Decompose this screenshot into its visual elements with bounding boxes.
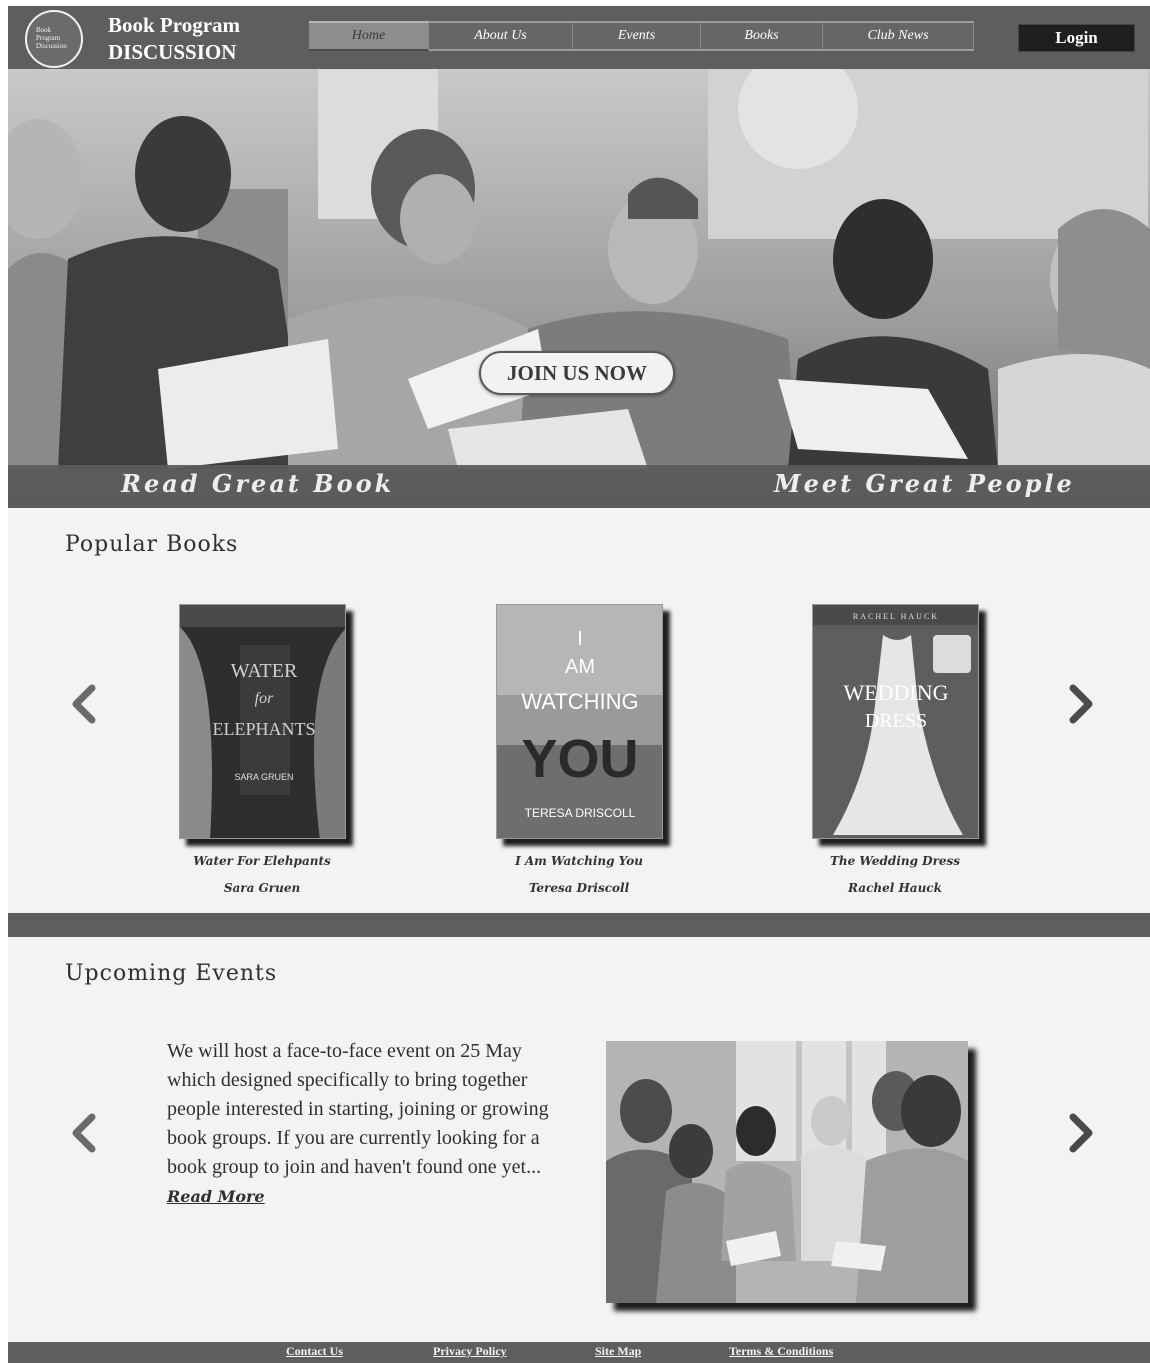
- svg-text:TERESA DRISCOLL: TERESA DRISCOLL: [524, 806, 635, 820]
- logo-text: Book Program Discussion: [36, 26, 67, 50]
- brand-line-1: Book Program: [108, 13, 241, 37]
- read-more-link[interactable]: Read More: [167, 1187, 265, 1206]
- svg-text:I: I: [577, 628, 583, 650]
- popular-books-section: Popular Books WATER for ELEPHANTS SARA G…: [8, 508, 1150, 913]
- book-title[interactable]: Water For Elehpants: [142, 854, 382, 868]
- nav-events[interactable]: Events: [573, 21, 701, 51]
- upcoming-events-section: Upcoming Events We will host a face-to-f…: [8, 937, 1150, 1342]
- site-logo[interactable]: Book Program Discussion: [25, 10, 83, 68]
- hero-photo: [8, 69, 1150, 508]
- svg-text:SARA GRUEN: SARA GRUEN: [234, 772, 293, 782]
- book-author: Sara Gruen: [223, 881, 301, 895]
- event-description: We will host a face-to-face event on 25 …: [167, 1037, 567, 1211]
- main-nav: Home About Us Events Books Club News: [309, 21, 974, 51]
- book-author: Rachel Hauck: [848, 881, 942, 895]
- site-footer: Contact Us Privacy Policy Site Map Terms…: [8, 1342, 1150, 1363]
- svg-text:YOU: YOU: [521, 729, 638, 789]
- book-cover[interactable]: WATER for ELEPHANTS SARA GRUEN: [178, 604, 346, 839]
- svg-text:WATCHING: WATCHING: [521, 689, 638, 714]
- book-title[interactable]: The Wedding Dress: [775, 854, 1015, 868]
- footer-link-terms-conditions[interactable]: Terms & Conditions: [729, 1344, 833, 1359]
- svg-text:AM: AM: [565, 656, 595, 678]
- login-button[interactable]: Login: [1018, 24, 1135, 52]
- tagline-right: Meet Great People: [774, 469, 1075, 498]
- nav-about-us[interactable]: About Us: [429, 21, 573, 51]
- upcoming-events-title: Upcoming Events: [65, 961, 278, 986]
- book-cover[interactable]: I AM WATCHING YOU TERESA DRISCOLL: [495, 604, 663, 839]
- footer-link-contact-us[interactable]: Contact Us: [286, 1344, 343, 1359]
- books-prev-arrow-icon[interactable]: [66, 684, 102, 724]
- books-next-arrow-icon[interactable]: [1063, 684, 1099, 724]
- svg-text:WATER: WATER: [230, 660, 297, 682]
- svg-text:for: for: [254, 690, 273, 707]
- events-prev-arrow-icon[interactable]: [66, 1113, 102, 1153]
- event-photo[interactable]: [606, 1041, 968, 1303]
- events-next-arrow-icon[interactable]: [1063, 1113, 1099, 1153]
- book-card[interactable]: WATER for ELEPHANTS SARA GRUEN Water For…: [142, 604, 382, 895]
- tagline-left: Read Great Book: [121, 469, 395, 498]
- svg-text:RACHEL HAUCK: RACHEL HAUCK: [852, 612, 938, 621]
- book-author: Teresa Driscoll: [528, 881, 630, 895]
- site-header: Book Program Discussion Book Program DIS…: [8, 6, 1150, 69]
- svg-text:DRESS: DRESS: [864, 710, 926, 732]
- footer-link-site-map[interactable]: Site Map: [595, 1344, 641, 1359]
- brand-line-2: DISCUSSION: [108, 40, 237, 64]
- book-card[interactable]: I AM WATCHING YOU TERESA DRISCOLL I Am W…: [459, 604, 699, 895]
- book-title[interactable]: I Am Watching You: [459, 854, 699, 868]
- nav-club-news[interactable]: Club News: [823, 21, 974, 51]
- hero-tagline-band: Read Great Book Meet Great People: [8, 465, 1150, 508]
- svg-text:WEDDING: WEDDING: [843, 680, 948, 705]
- join-us-button[interactable]: JOIN US NOW: [479, 351, 675, 395]
- nav-home[interactable]: Home: [309, 21, 429, 51]
- svg-text:ELEPHANTS: ELEPHANTS: [212, 719, 315, 739]
- book-cover[interactable]: RACHEL HAUCK WEDDING DRESS: [811, 604, 979, 839]
- footer-link-privacy-policy[interactable]: Privacy Policy: [433, 1344, 507, 1359]
- nav-books[interactable]: Books: [701, 21, 823, 51]
- popular-books-title: Popular Books: [65, 532, 239, 557]
- hero-banner: JOIN US NOW Read Great Book Meet Great P…: [8, 69, 1150, 508]
- section-divider: [8, 913, 1150, 937]
- brand-name[interactable]: Book Program DISCUSSION: [108, 12, 240, 66]
- book-card[interactable]: RACHEL HAUCK WEDDING DRESS The Wedding D…: [775, 604, 1015, 895]
- event-description-text: We will host a face-to-face event on 25 …: [167, 1040, 549, 1178]
